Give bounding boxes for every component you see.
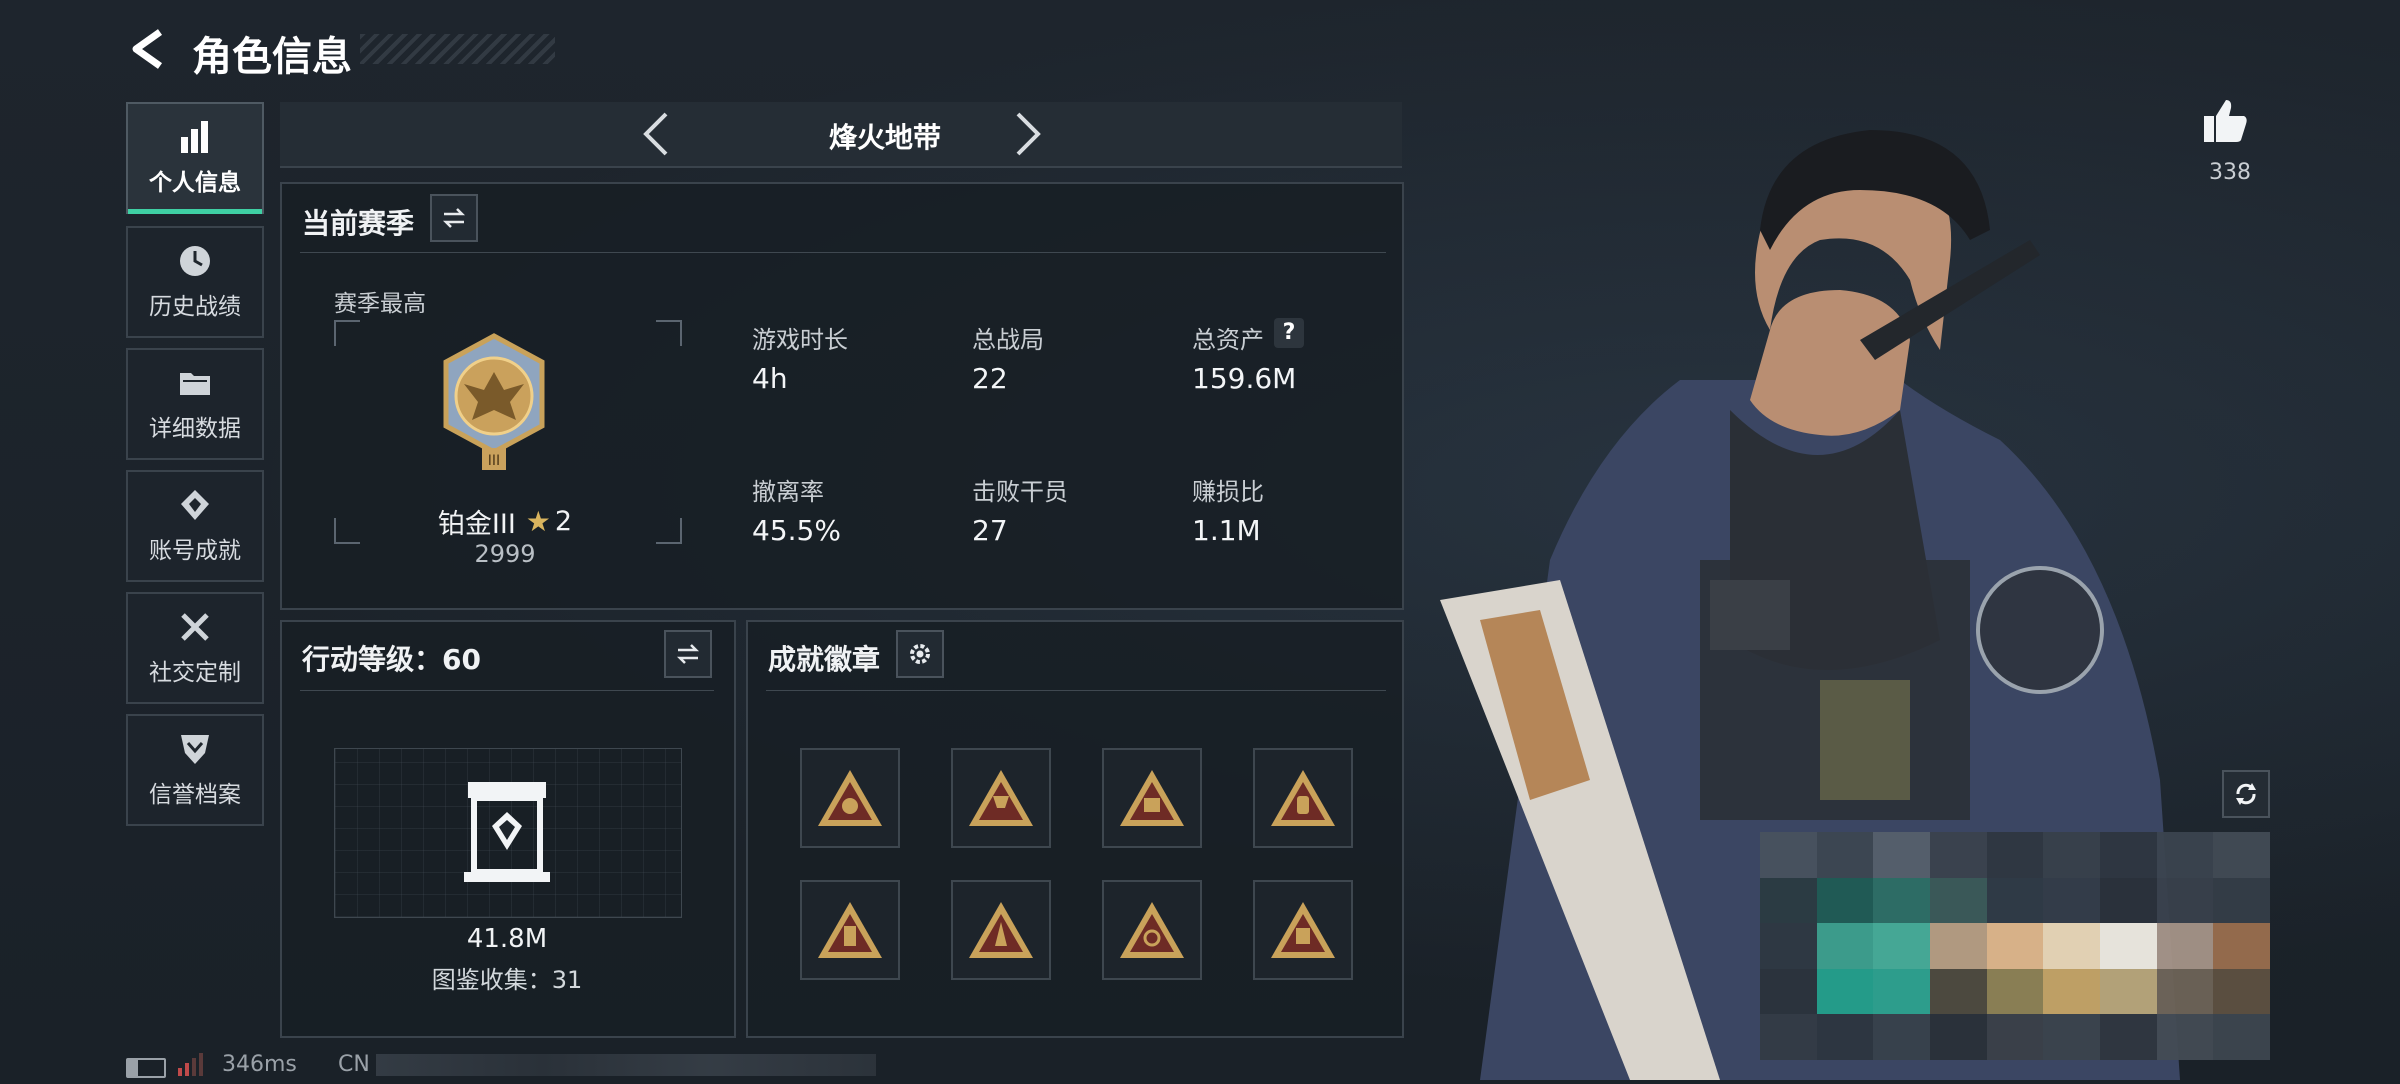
stat-label-playtime: 游戏时长 [752, 326, 848, 354]
nav-item-social[interactable]: 社交定制 [126, 592, 264, 704]
stat-value-assets: 159.6M [1192, 362, 1297, 395]
stat-label-profit-ratio: 赚损比 [1192, 478, 1264, 506]
frame-corner [656, 518, 682, 544]
frame-corner [656, 320, 682, 346]
achievement-icon [181, 490, 209, 520]
clock-icon [180, 246, 210, 276]
nav-item-credit[interactable]: 信誉档案 [126, 714, 264, 826]
swap-icon [676, 644, 700, 664]
achievement-badge[interactable] [951, 880, 1051, 980]
collection-case-icon [462, 776, 552, 892]
rotate-character-button[interactable] [2222, 770, 2270, 818]
rank-name: 铂金III [437, 509, 516, 540]
title-stripes [360, 34, 555, 64]
svg-text:III: III [488, 453, 500, 469]
action-level-title: 行动等级：60 [302, 643, 481, 676]
active-indicator [128, 209, 262, 214]
season-title: 当前赛季 [302, 207, 415, 240]
platinum-rank-icon: III [443, 333, 545, 470]
rank-stars: 2 [554, 506, 573, 537]
stat-label-matches: 总战局 [972, 326, 1044, 354]
nav-item-personal-info[interactable]: 个人信息 [126, 102, 264, 214]
nav-item-label: 社交定制 [149, 660, 241, 686]
like-count: 338 [2209, 160, 2251, 185]
achievements-divider [766, 690, 1386, 691]
ping-value: 346ms [222, 1052, 297, 1077]
frame-corner [334, 320, 360, 346]
nav-item-label: 账号成就 [149, 538, 241, 564]
player-id-blurred [376, 1054, 876, 1076]
achievement-badge[interactable] [1102, 880, 1202, 980]
badge-3 [1120, 770, 1184, 826]
rank-line: 铂金III ★ 2 [420, 502, 590, 541]
tools-icon [181, 613, 209, 641]
signal-icon [176, 1052, 204, 1076]
thumbs-up-icon [2204, 100, 2247, 142]
collection-count: 图鉴收集：31 [431, 966, 583, 994]
badge-7 [1120, 902, 1184, 958]
frame-corner [334, 518, 360, 544]
page-title: 角色信息 [192, 34, 352, 80]
battery-icon [126, 1058, 166, 1078]
badge-1 [818, 770, 882, 826]
achievement-badge[interactable] [800, 880, 900, 980]
bar-chart-icon [181, 121, 208, 153]
region-code: CN [338, 1052, 370, 1077]
nav-item-label: 详细数据 [149, 416, 241, 442]
achievement-badge[interactable] [800, 748, 900, 848]
like-button[interactable] [2200, 96, 2260, 156]
season-switch-button[interactable] [430, 194, 478, 242]
achievement-badge[interactable] [1102, 748, 1202, 848]
stat-label-extract-rate: 撤离率 [752, 478, 824, 506]
rank-score: 2999 [474, 540, 536, 568]
action-level-value: 41.8M [466, 924, 548, 954]
gear-icon [910, 644, 930, 664]
folder-icon [180, 373, 210, 395]
action-level-switch-button[interactable] [664, 630, 712, 678]
stat-value-extract-rate: 45.5% [752, 514, 841, 547]
badge-6 [969, 902, 1033, 958]
badge-2 [969, 770, 1033, 826]
rotate-icon [2236, 783, 2256, 805]
censored-region [1760, 832, 2270, 1060]
nav-item-achievements[interactable]: 账号成就 [126, 470, 264, 582]
star-icon: ★ [525, 505, 551, 538]
stat-value-matches: 22 [972, 362, 1008, 395]
achievements-settings-button[interactable] [896, 630, 944, 678]
nav-item-label: 历史战绩 [149, 294, 241, 320]
swap-icon [442, 208, 466, 228]
chevron-left-icon [643, 112, 668, 156]
season-divider [300, 252, 1386, 253]
back-button[interactable] [124, 24, 174, 74]
nav-item-history[interactable]: 历史战绩 [126, 226, 264, 338]
achievement-badge[interactable] [951, 748, 1051, 848]
stat-label-assets: 总资产 [1192, 326, 1264, 354]
action-level-divider [300, 690, 714, 691]
help-icon: ? [1282, 320, 1296, 345]
stat-value-profit-ratio: 1.1M [1192, 514, 1261, 547]
back-arrow-icon [132, 29, 163, 69]
nav-item-label: 个人信息 [149, 170, 241, 196]
season-best-label: 赛季最高 [334, 291, 426, 317]
stat-label-kills: 击败干员 [972, 478, 1068, 506]
badge-5 [818, 902, 882, 958]
stat-value-playtime: 4h [752, 362, 788, 395]
nav-item-detailed-data[interactable]: 详细数据 [126, 348, 264, 460]
rank-emblem: III [424, 332, 564, 486]
achievements-title: 成就徽章 [768, 643, 881, 676]
mode-next-button[interactable] [1008, 108, 1048, 160]
mode-prev-button[interactable] [636, 108, 676, 160]
stat-value-kills: 27 [972, 514, 1008, 547]
shield-icon [181, 735, 209, 764]
nav-item-label: 信誉档案 [149, 782, 241, 808]
chevron-right-icon [1016, 112, 1041, 156]
